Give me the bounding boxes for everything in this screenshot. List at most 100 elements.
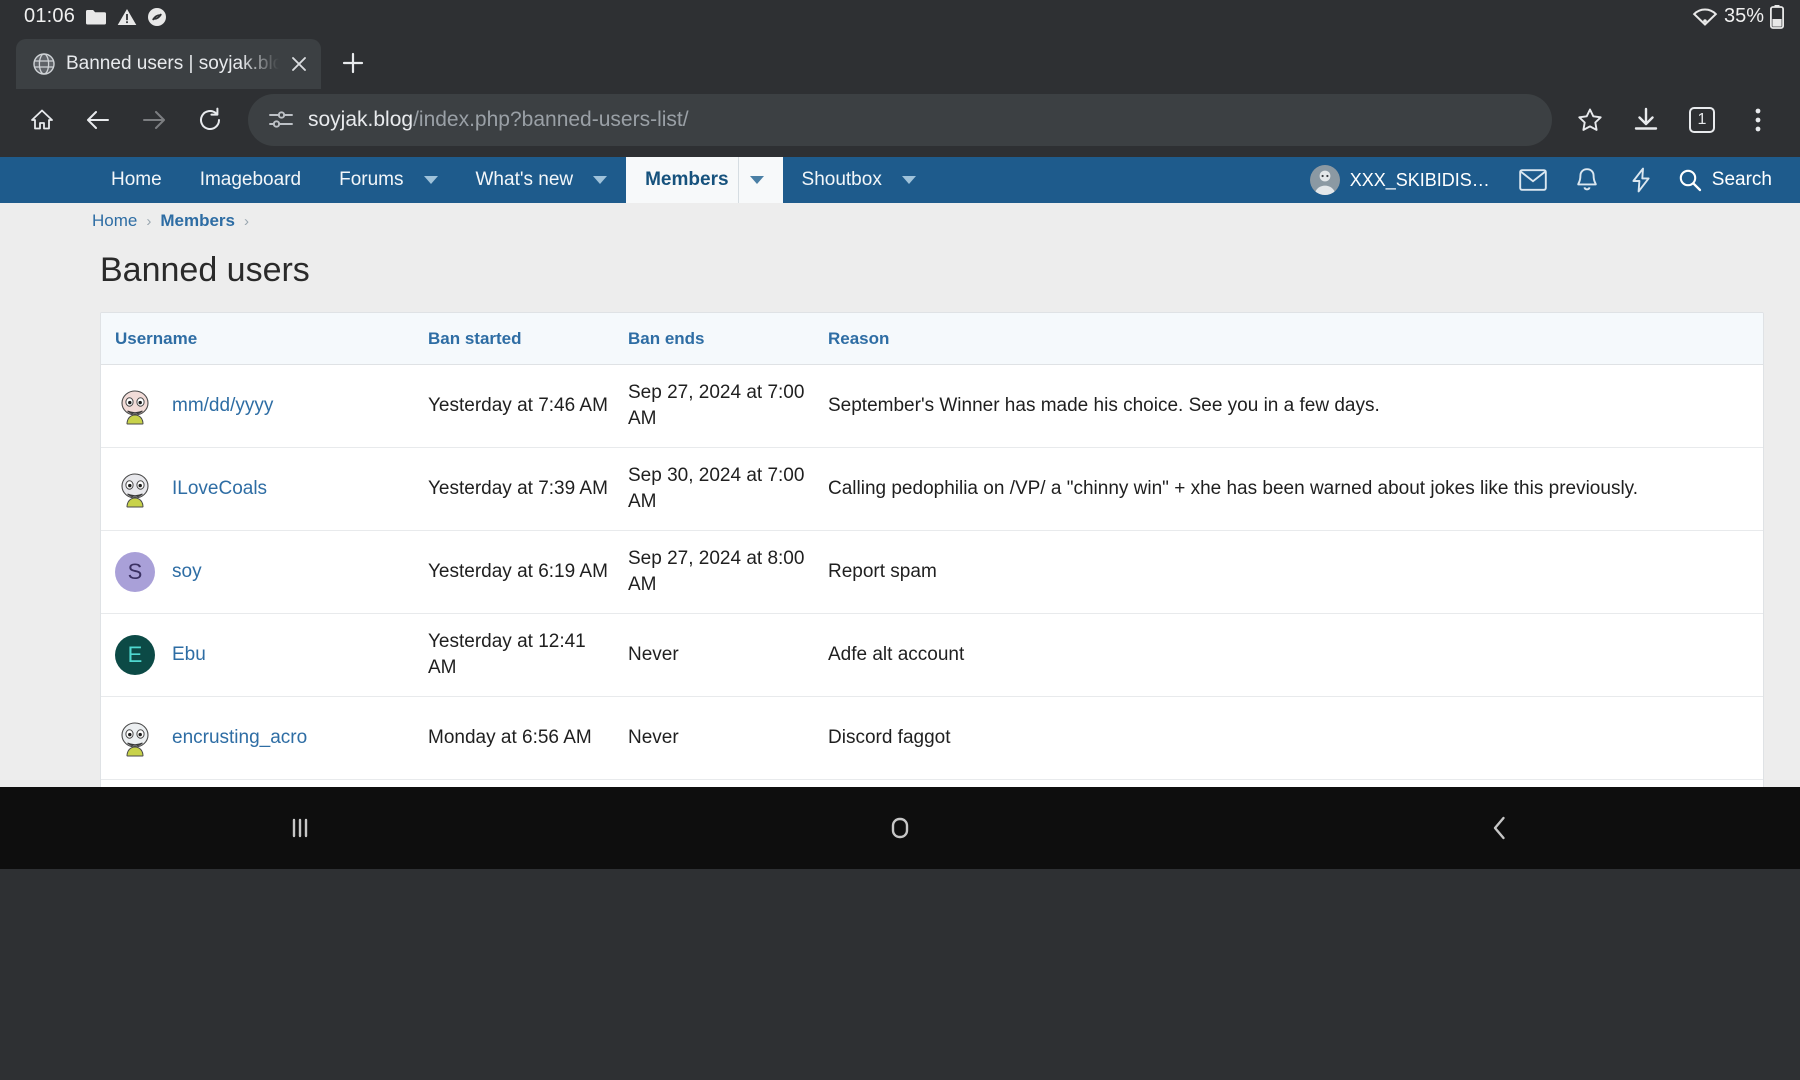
browser-tab[interactable]: Banned users | soyjak.blo bbox=[16, 39, 321, 89]
column-header-ban-ends: Ban ends bbox=[628, 329, 705, 348]
new-tab-button[interactable] bbox=[339, 49, 367, 77]
chevron-down-icon[interactable] bbox=[891, 157, 916, 203]
status-clock: 01:06 bbox=[24, 5, 76, 27]
table-row: ILoveCoals Yesterday at 7:39 AM Sep 30, 20… bbox=[101, 448, 1763, 532]
table-row: encrusting_acro Monday at 6:56 AM Never Dis… bbox=[101, 697, 1763, 781]
bell-icon[interactable] bbox=[1560, 157, 1614, 203]
web-page-viewport: Home Imageboard Forums What's new Members Sho… bbox=[0, 157, 1800, 869]
cell-ban-ends: Never bbox=[628, 727, 679, 749]
avatar[interactable]: S bbox=[115, 552, 155, 593]
table-row: E Ebu Yesterday at 12:41 AM Never Adfe alt a… bbox=[101, 614, 1763, 698]
search-label: Search bbox=[1711, 169, 1772, 190]
close-icon[interactable] bbox=[289, 54, 309, 74]
shazam-icon bbox=[147, 7, 167, 27]
breadcrumb: Home › Members › bbox=[0, 203, 1800, 237]
site-nav-items: Home Imageboard Forums What's new Members Sho… bbox=[92, 157, 935, 203]
nav-item-forums[interactable]: Forums bbox=[320, 157, 456, 203]
chevron-down-icon[interactable] bbox=[582, 157, 608, 203]
envelope-icon[interactable] bbox=[1506, 157, 1560, 203]
search-icon bbox=[1678, 168, 1702, 192]
avatar[interactable]: E bbox=[115, 635, 155, 676]
cell-reason: September's Winner has made his choice. … bbox=[828, 395, 1380, 417]
column-header-reason: Reason bbox=[828, 329, 890, 348]
warning-icon bbox=[117, 8, 137, 26]
tab-count-button[interactable]: 1 bbox=[1674, 92, 1730, 148]
username-link[interactable]: ILoveCoals bbox=[172, 478, 267, 500]
tab-count-label: 1 bbox=[1689, 107, 1715, 133]
url-domain: soyjak.blog bbox=[308, 108, 414, 131]
lightning-bolt-icon[interactable] bbox=[1614, 157, 1668, 203]
cell-ban-ends: Sep 27, 2024 at 8:00 AM bbox=[628, 548, 805, 596]
status-bar-left: 01:06 bbox=[24, 5, 167, 28]
tab-title: Banned users | soyjak.blo bbox=[66, 53, 279, 74]
nav-item-shoutbox[interactable]: Shoutbox bbox=[783, 157, 935, 203]
cell-username: ILoveCoals bbox=[101, 469, 428, 509]
home-button[interactable] bbox=[14, 92, 70, 148]
url-bar[interactable]: soyjak.blog/index.php?banned-users-list/ bbox=[248, 94, 1552, 146]
username-link[interactable]: soy bbox=[172, 561, 202, 583]
cell-reason: Report spam bbox=[828, 561, 937, 583]
status-bar-right: 35% bbox=[1692, 4, 1784, 29]
url-text: soyjak.blog/index.php?banned-users-list/ bbox=[308, 108, 689, 132]
chevron-down-icon[interactable] bbox=[737, 157, 764, 203]
avatar[interactable] bbox=[115, 718, 155, 758]
username-link[interactable]: Ebu bbox=[172, 644, 206, 666]
page-title: Banned users bbox=[0, 237, 1800, 312]
banned-users-table: Username Ban started Ban ends Reason mm/… bbox=[100, 312, 1764, 869]
breadcrumb-separator: › bbox=[244, 212, 249, 230]
column-header-username: Username bbox=[115, 328, 198, 348]
nav-item-label: Imageboard bbox=[199, 169, 302, 190]
globe-icon bbox=[32, 52, 56, 76]
avatar[interactable] bbox=[115, 469, 155, 509]
back-chevron-icon[interactable] bbox=[1485, 813, 1515, 843]
breadcrumb-separator: › bbox=[146, 212, 152, 230]
cell-ban-started: Yesterday at 7:46 AM bbox=[428, 395, 608, 417]
cell-username: E Ebu bbox=[101, 635, 428, 676]
breadcrumb-item-home[interactable]: Home bbox=[92, 211, 137, 231]
android-status-bar: 01:06 35% bbox=[0, 0, 1800, 33]
cell-username: mm/dd/yyyy bbox=[101, 386, 428, 426]
site-nav-right: XXX_SKIBIDIS… Search bbox=[1294, 157, 1800, 203]
cell-ban-started: Monday at 6:56 AM bbox=[428, 727, 592, 749]
cell-reason: Adfe alt account bbox=[828, 644, 965, 666]
site-navigation-bar: Home Imageboard Forums What's new Members Sho… bbox=[0, 157, 1800, 203]
table-header-row: Username Ban started Ban ends Reason bbox=[101, 313, 1763, 366]
browser-toolbar: soyjak.blog/index.php?banned-users-list/… bbox=[0, 89, 1800, 157]
cell-reason: Discord faggot bbox=[828, 727, 951, 749]
tab-strip: Banned users | soyjak.blo bbox=[0, 33, 1800, 89]
nav-item-imageboard[interactable]: Imageboard bbox=[181, 157, 320, 203]
home-circle-icon[interactable] bbox=[885, 813, 915, 843]
wifi-icon bbox=[1692, 7, 1718, 27]
reload-button[interactable] bbox=[182, 92, 238, 148]
forward-button[interactable] bbox=[126, 92, 182, 148]
three-dot-menu-icon[interactable] bbox=[1730, 92, 1786, 148]
user-name-label: XXX_SKIBIDIS… bbox=[1349, 169, 1490, 190]
battery-icon bbox=[1770, 4, 1784, 29]
cell-ban-started: Yesterday at 6:19 AM bbox=[428, 561, 608, 583]
table-row: mm/dd/yyyy Yesterday at 7:46 AM Sep 27, 20… bbox=[101, 365, 1763, 449]
chevron-down-icon[interactable] bbox=[413, 157, 438, 203]
star-icon[interactable] bbox=[1562, 92, 1618, 148]
folder-icon bbox=[85, 8, 107, 26]
download-icon[interactable] bbox=[1618, 92, 1674, 148]
cell-username: encrusting_acro bbox=[101, 718, 428, 758]
breadcrumb-item-members[interactable]: Members bbox=[160, 211, 235, 231]
cell-reason: Calling pedophilia on /VP/ a "chinny win… bbox=[828, 478, 1639, 500]
recents-icon[interactable] bbox=[285, 813, 315, 843]
nav-item-members[interactable]: Members bbox=[626, 157, 783, 203]
nav-item-home[interactable]: Home bbox=[92, 157, 181, 203]
search-button[interactable]: Search bbox=[1668, 168, 1790, 192]
avatar bbox=[1309, 165, 1340, 195]
site-settings-icon[interactable] bbox=[268, 109, 294, 131]
cell-ban-started: Yesterday at 12:41 AM bbox=[428, 631, 586, 679]
avatar[interactable] bbox=[115, 386, 155, 426]
username-link[interactable]: encrusting_acro bbox=[172, 727, 307, 749]
back-button[interactable] bbox=[70, 92, 126, 148]
username-link[interactable]: mm/dd/yyyy bbox=[172, 395, 273, 417]
cell-username: Ssoy bbox=[101, 552, 428, 593]
url-path: /index.php?banned-users-list/ bbox=[413, 108, 689, 131]
android-navigation-bar bbox=[0, 787, 1800, 869]
cell-ban-ends: Never bbox=[628, 644, 679, 666]
user-menu-button[interactable]: XXX_SKIBIDIS… bbox=[1294, 165, 1506, 195]
nav-item-what-s-new[interactable]: What's new bbox=[457, 157, 627, 203]
